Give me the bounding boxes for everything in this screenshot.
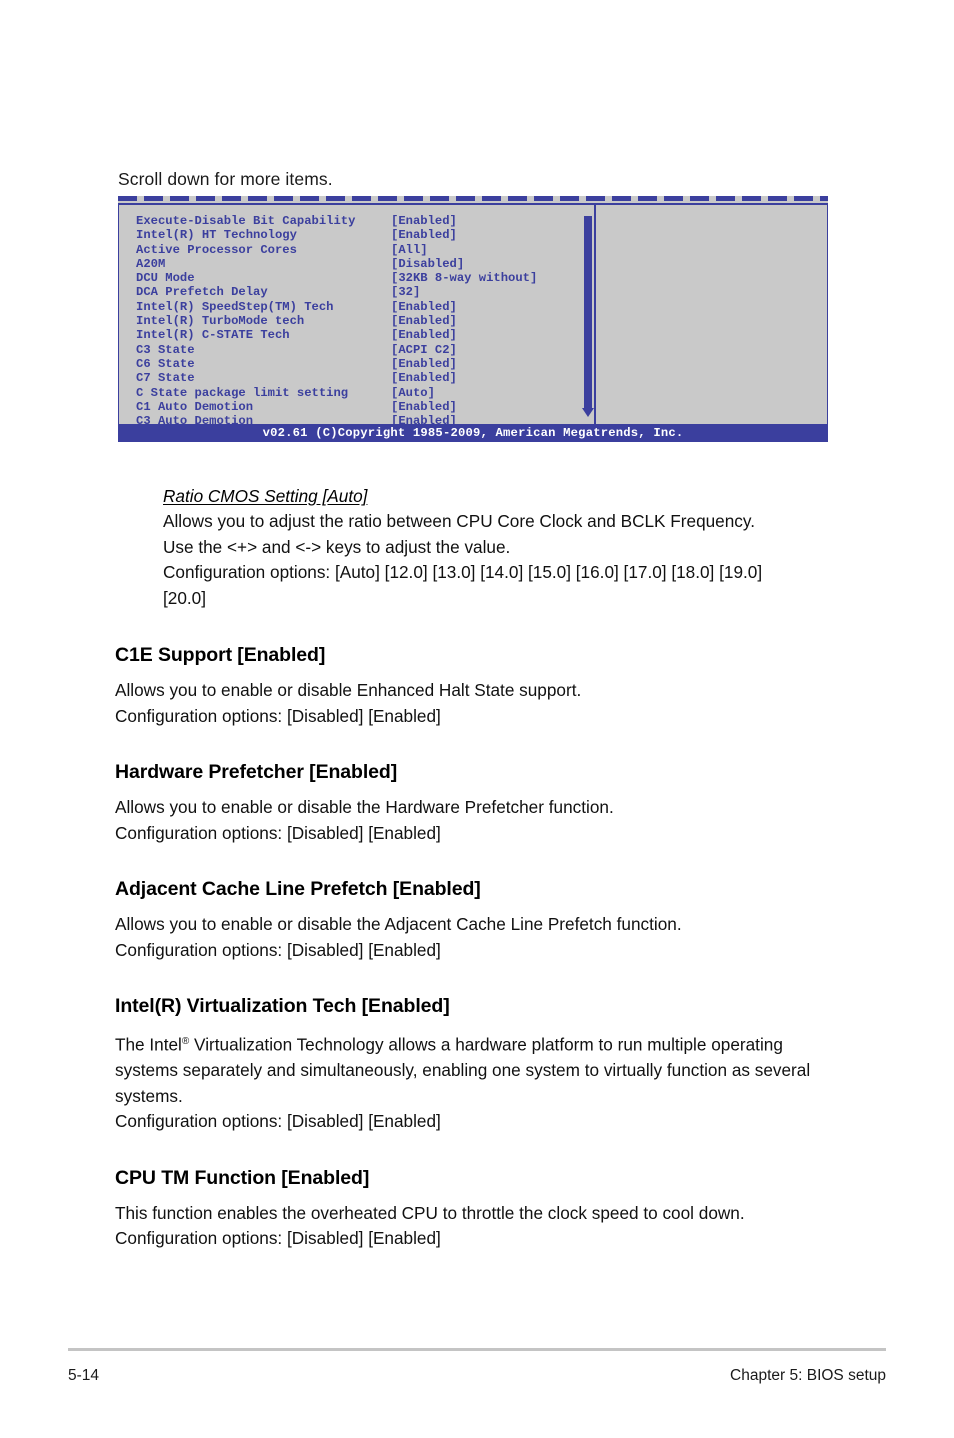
section-body-text: The Intel [115, 1034, 182, 1055]
section-body-line: Allows you to enable or disable the Hard… [115, 797, 614, 817]
bios-option-label: C3 State [136, 342, 195, 357]
bios-option-label: C3 Auto Demotion [136, 414, 254, 429]
description-section: Intel(R) Virtualization Tech [Enabled] Th… [115, 993, 840, 1135]
ratio-cmos-line-4: [20.0] [163, 587, 207, 608]
bios-option-label: Intel(R) HT Technology [136, 228, 297, 243]
bios-option-label: Intel(R) TurboMode tech [136, 314, 305, 329]
scroll-down-note: Scroll down for more items. [118, 169, 333, 189]
section-body: This function enables the overheated CPU… [115, 1201, 840, 1252]
bios-option-label: Intel(R) SpeedStep(TM) Tech [136, 299, 334, 314]
bios-option-value[interactable]: [Enabled] [391, 300, 457, 314]
bios-option-row[interactable]: C1 Auto Demotion [Enabled] [119, 400, 578, 414]
bios-option-label: DCA Prefetch Delay [136, 285, 268, 300]
bios-option-row[interactable]: DCU Mode [32KB 8-way without] [119, 271, 578, 285]
bios-option-row[interactable]: A20M [Disabled] [119, 257, 578, 271]
bios-help-panel [596, 205, 827, 424]
section-body-line: This function enables the overheated CPU… [115, 1202, 745, 1223]
section-title: Hardware Prefetcher [Enabled] [115, 761, 398, 783]
section-body-text-cont: Virtualization Technology allows a hardw… [115, 1034, 811, 1106]
settings-description-sections: C1E Support [Enabled] Allows you to enabl… [115, 642, 840, 1282]
section-config-options: Configuration options: [Disabled] [Enabl… [115, 1228, 441, 1249]
bios-option-value[interactable]: [Disabled] [391, 257, 464, 271]
section-title: Adjacent Cache Line Prefetch [Enabled] [115, 878, 481, 900]
bios-option-row[interactable]: C7 State [Enabled] [119, 371, 578, 385]
description-section: CPU TM Function [Enabled] This function e… [115, 1165, 840, 1252]
bios-option-row[interactable]: C3 Auto Demotion [Enabled] [119, 414, 578, 428]
bios-option-value[interactable]: [Enabled] [391, 228, 457, 242]
bios-option-value[interactable]: [All] [391, 243, 428, 257]
section-config-options: Configuration options: [Disabled] [Enabl… [115, 705, 441, 726]
bios-option-row[interactable]: Active Processor Cores [All] [119, 243, 578, 257]
bios-option-row[interactable]: C3 State [ACPI C2] [119, 343, 578, 357]
bios-option-value[interactable]: [Enabled] [391, 214, 457, 228]
bios-option-row[interactable]: Intel(R) SpeedStep(TM) Tech [Enabled] [119, 300, 578, 314]
bios-option-row[interactable]: C6 State [Enabled] [119, 357, 578, 371]
ratio-cmos-heading: Ratio CMOS Setting [Auto] [163, 486, 368, 506]
footer-chapter-label: Chapter 5: BIOS setup [730, 1367, 886, 1384]
bios-option-row[interactable]: Execute-Disable Bit Capability [Enabled] [119, 214, 578, 228]
chevron-down-icon[interactable] [582, 408, 594, 417]
bios-option-list[interactable]: Execute-Disable Bit Capability [Enabled] I… [119, 205, 578, 428]
section-title: CPU TM Function [Enabled] [115, 1166, 370, 1189]
section-body-line: Allows you to enable or disable the Adja… [115, 914, 682, 934]
section-body-line: Allows you to enable or disable Enhanced… [115, 680, 582, 700]
section-body: Allows you to enable or disable the Adja… [115, 912, 840, 963]
bios-option-row[interactable]: C State package limit setting [Auto] [119, 386, 578, 400]
section-config-options: Configuration options: [Disabled] [Enabl… [115, 1111, 441, 1132]
bios-option-value[interactable]: [Auto] [391, 386, 435, 400]
bios-option-row[interactable]: Intel(R) C-STATE Tech [Enabled] [119, 328, 578, 342]
bios-option-value[interactable]: [ACPI C2] [391, 343, 457, 357]
bios-option-label: Intel(R) C-STATE Tech [136, 328, 290, 343]
bios-option-label: Execute-Disable Bit Capability [136, 214, 356, 228]
footer-page-number: 5-14 [68, 1367, 100, 1384]
description-section: Hardware Prefetcher [Enabled] Allows you … [115, 759, 840, 846]
ratio-cmos-line-2: Use the <+> and <-> keys to adjust the v… [163, 536, 511, 557]
scrollbar-thumb[interactable] [584, 216, 592, 409]
bios-setup-screenshot: Execute-Disable Bit Capability [Enabled] I… [118, 196, 828, 442]
bios-option-label: Active Processor Cores [136, 242, 297, 257]
section-title: C1E Support [Enabled] [115, 644, 326, 666]
bios-body: Execute-Disable Bit Capability [Enabled] I… [118, 203, 828, 428]
section-body: The Intel® Virtualization Technology all… [115, 1029, 840, 1135]
ratio-cmos-line-1: Allows you to adjust the ratio between C… [163, 511, 755, 531]
document-page: Scroll down for more items. Execute-Disa… [0, 0, 954, 1438]
footer-divider [68, 1348, 886, 1351]
description-section: Adjacent Cache Line Prefetch [Enabled] Al… [115, 876, 840, 963]
bios-option-label: C7 State [136, 371, 195, 386]
bios-option-label: C State package limit setting [136, 385, 349, 400]
bios-option-value[interactable]: [Enabled] [391, 357, 457, 371]
description-section: C1E Support [Enabled] Allows you to enabl… [115, 642, 840, 729]
section-body-line: The Intel® Virtualization Technology all… [115, 1029, 840, 1109]
bios-option-label: C1 Auto Demotion [136, 399, 254, 414]
bios-option-value[interactable]: [Enabled] [391, 328, 457, 342]
bios-option-label: C6 State [136, 356, 195, 371]
section-body: Allows you to enable or disable the Hard… [115, 795, 840, 846]
bios-option-value[interactable]: [Enabled] [391, 400, 457, 414]
bios-option-value[interactable]: [32KB 8-way without] [391, 271, 537, 285]
ratio-cmos-block: Ratio CMOS Setting [Auto] Allows you to … [163, 484, 838, 611]
bios-option-label: A20M [136, 256, 166, 271]
bios-option-label: DCU Mode [136, 271, 195, 286]
bios-option-row[interactable]: DCA Prefetch Delay [32] [119, 285, 578, 299]
ratio-cmos-line-3: Configuration options: [Auto] [12.0] [13… [163, 562, 763, 582]
bios-option-row[interactable]: Intel(R) HT Technology [Enabled] [119, 228, 578, 242]
bios-option-value[interactable]: [32] [391, 285, 420, 299]
section-body: Allows you to enable or disable Enhanced… [115, 678, 840, 729]
section-title: Intel(R) Virtualization Tech [Enabled] [115, 995, 450, 1017]
section-config-options: Configuration options: [Disabled] [Enabl… [115, 822, 441, 843]
section-config-options: Configuration options: [Disabled] [Enabl… [115, 939, 441, 960]
bios-option-value[interactable]: [Enabled] [391, 371, 457, 385]
bios-option-row[interactable]: Intel(R) TurboMode tech [Enabled] [119, 314, 578, 328]
bios-option-value[interactable]: [Enabled] [391, 314, 457, 328]
bios-option-value[interactable]: [Enabled] [391, 414, 457, 428]
